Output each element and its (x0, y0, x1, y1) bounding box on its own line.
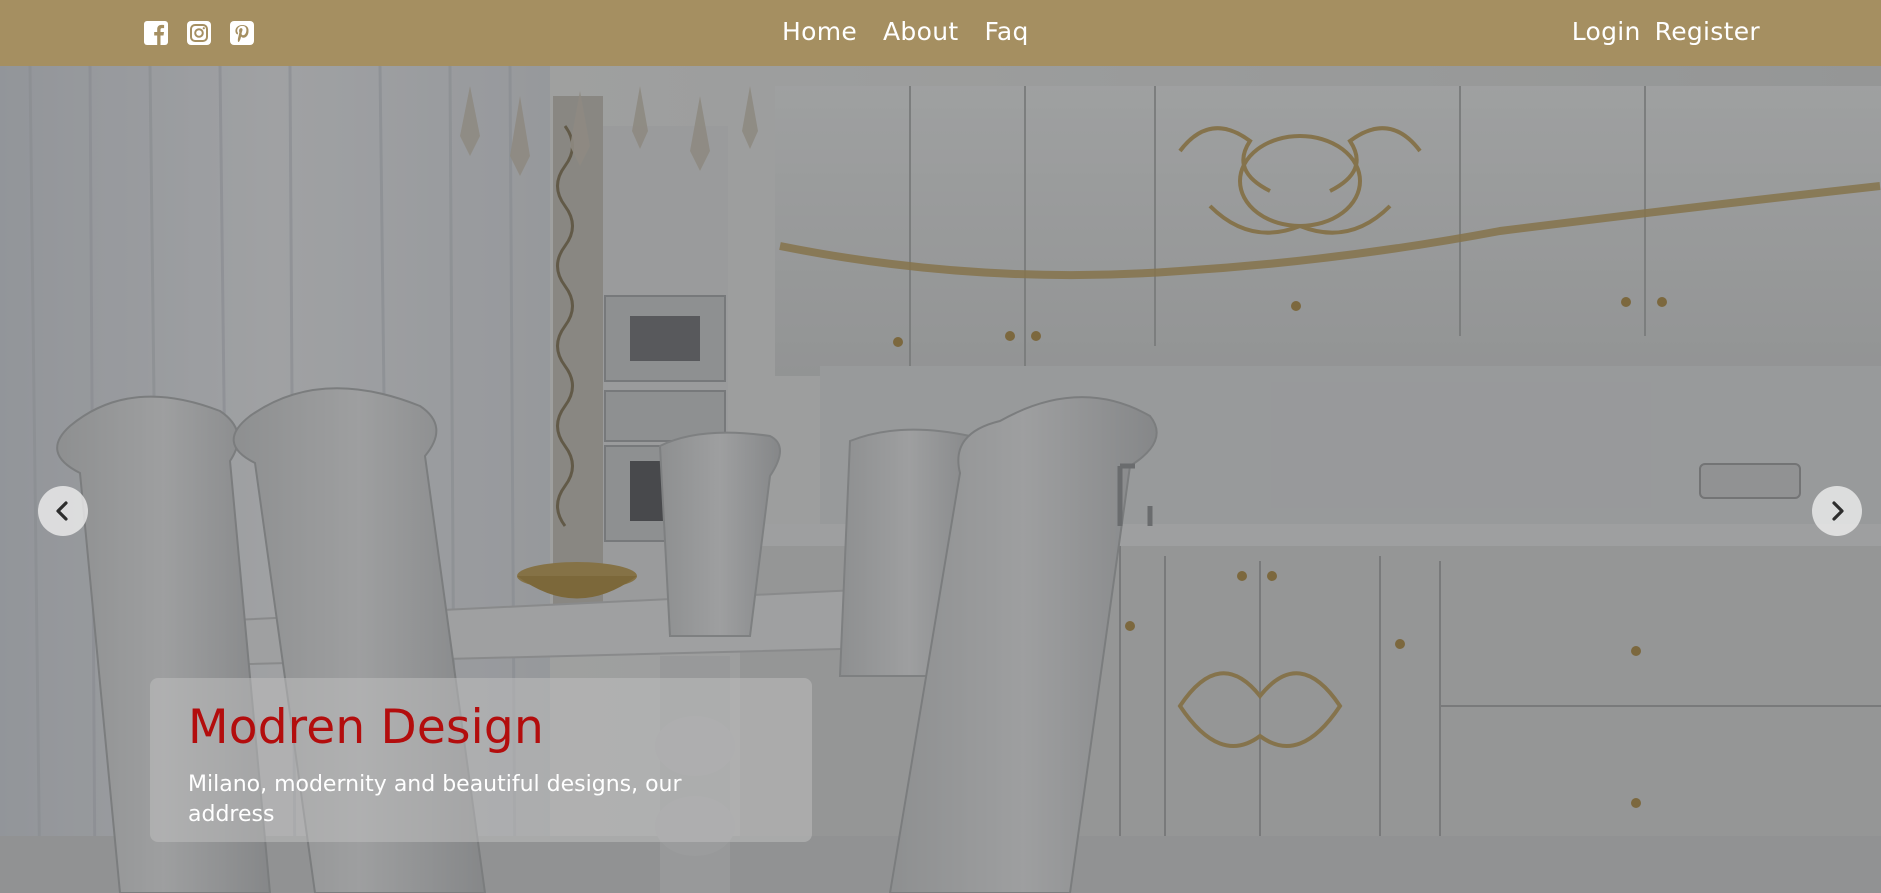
auth-links: Login Register (1572, 14, 1760, 50)
nav-link-faq[interactable]: Faq (984, 14, 1028, 50)
carousel-next-button[interactable] (1812, 486, 1862, 536)
login-link[interactable]: Login (1572, 14, 1641, 50)
instagram-icon[interactable] (186, 20, 212, 46)
nav-link-home[interactable]: Home (782, 14, 857, 50)
pinterest-icon[interactable] (229, 20, 255, 46)
register-link[interactable]: Register (1655, 14, 1760, 50)
chevron-left-icon (56, 501, 68, 521)
top-navbar: Home About Faq Login Register (0, 0, 1881, 66)
carousel-prev-button[interactable] (38, 486, 88, 536)
caption-subtitle: Milano, modernity and beautiful designs,… (188, 772, 682, 827)
hero-carousel: Modren Design Milano, modernity and beau… (0, 66, 1881, 893)
facebook-icon[interactable] (143, 20, 169, 46)
caption-title: Modren Design (188, 700, 544, 755)
social-links (143, 20, 255, 46)
carousel-caption: Modren Design Milano, modernity and beau… (150, 678, 812, 842)
main-nav: Home About Faq (782, 14, 1029, 50)
chevron-right-icon (1832, 501, 1844, 521)
nav-link-about[interactable]: About (883, 14, 958, 50)
